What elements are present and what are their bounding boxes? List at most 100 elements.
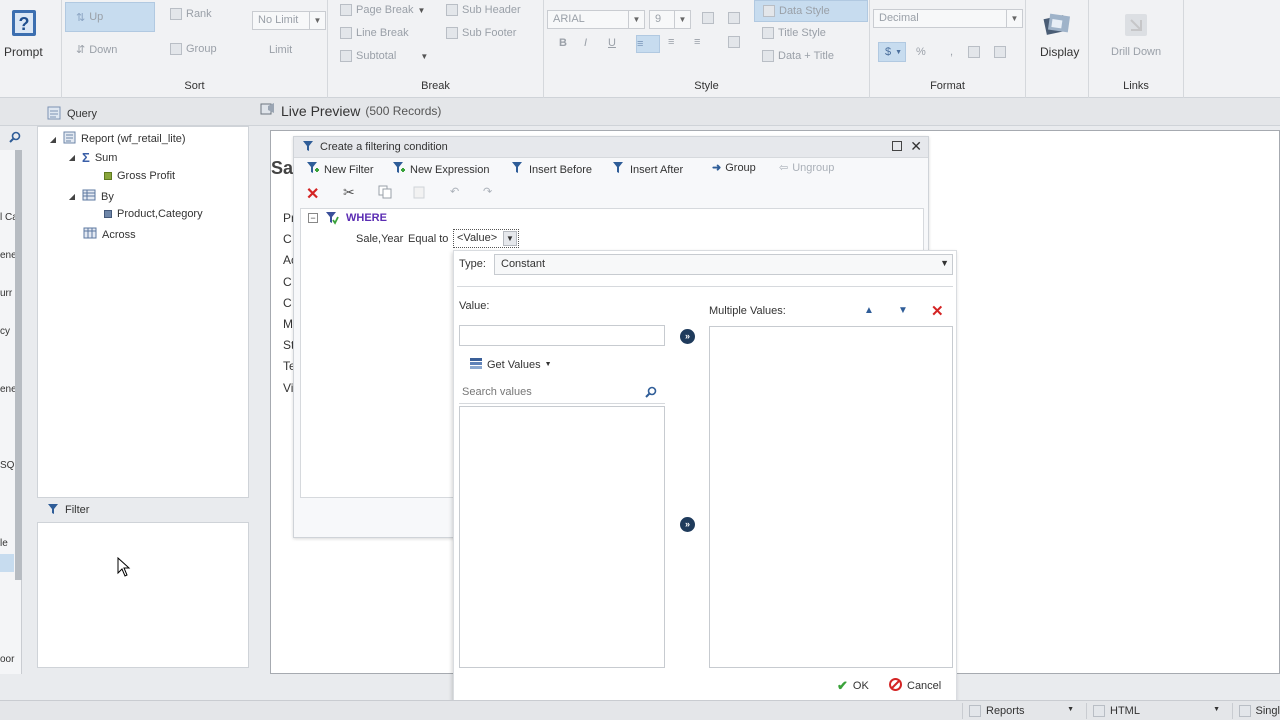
query-panel-header: Query	[37, 102, 249, 126]
condition-operator[interactable]: Equal to	[408, 233, 448, 245]
drill-down-icon[interactable]	[1121, 10, 1151, 40]
font-select[interactable]: ARIAL ▼	[547, 10, 645, 29]
sub-footer-button[interactable]: Sub Footer	[446, 27, 516, 39]
get-values-button[interactable]: Get Values ▼	[469, 356, 552, 373]
underline-button[interactable]: U	[608, 37, 616, 49]
close-icon[interactable]: ✕	[910, 138, 922, 155]
copy-icon[interactable]	[378, 185, 392, 199]
value-input[interactable]	[459, 325, 665, 346]
expand-icon[interactable]: ◢	[48, 135, 58, 144]
add-selected-values-icon[interactable]: »	[680, 517, 695, 532]
tree-item-sum[interactable]: ◢ Σ Sum	[67, 150, 118, 165]
collapse-icon[interactable]: −	[308, 213, 318, 223]
comma-button[interactable]: ,	[950, 46, 953, 58]
condition-value-select[interactable]: <Value> ▼	[453, 229, 519, 248]
redo-icon[interactable]: ↷	[483, 185, 492, 198]
left-scrollbar[interactable]	[15, 150, 22, 580]
style-group: ARIAL ▼ 9 ▼ B I U ≡ ≡ ≡ Data Style Title S…	[544, 0, 870, 98]
move-up-icon[interactable]: ▲	[864, 305, 874, 316]
decimal-increase-icon[interactable]	[994, 46, 1006, 58]
align-left-button[interactable]: ≡	[636, 35, 660, 53]
currency-button[interactable]: $ ▼	[878, 42, 906, 62]
left-strip-selection	[0, 554, 14, 572]
report-icon	[63, 131, 76, 147]
svg-text:?: ?	[19, 14, 30, 34]
add-value-icon[interactable]: »	[680, 329, 695, 344]
remove-value-icon[interactable]: ✕	[931, 302, 944, 320]
sort-group-button[interactable]: Group	[170, 43, 217, 55]
break-group-title: Break	[421, 80, 450, 92]
condition-field[interactable]: Sale,Year	[356, 233, 403, 245]
percent-button[interactable]: %	[916, 46, 926, 58]
delete-icon[interactable]: ✕	[306, 184, 319, 204]
sub-header-button[interactable]: Sub Header	[446, 4, 521, 16]
data-style-button[interactable]: Data Style	[754, 0, 868, 22]
page-break-button[interactable]: Page Break ▼	[340, 4, 425, 16]
new-expression-button[interactable]: New Expression	[392, 161, 489, 178]
reports-select[interactable]: Reports ▼	[962, 703, 1080, 719]
group-button[interactable]: ➜ Group	[712, 161, 756, 175]
single-icon	[1239, 705, 1251, 717]
left-strip-item[interactable]: SQ	[0, 460, 14, 471]
left-strip-item[interactable]: cy	[0, 326, 10, 337]
ungroup-button[interactable]: ⇦ Ungroup	[779, 161, 834, 175]
left-strip-item[interactable]: oor	[0, 654, 14, 665]
tree-item-gross-profit[interactable]: Gross Profit	[104, 170, 175, 182]
undo-icon[interactable]: ↶	[450, 185, 459, 198]
output-format-select[interactable]: HTML ▼	[1086, 703, 1226, 719]
insert-before-button[interactable]: Insert Before	[511, 161, 592, 178]
bold-button[interactable]: B	[559, 37, 567, 49]
new-filter-icon	[306, 161, 320, 178]
paint-format-icon[interactable]	[728, 36, 740, 48]
drill-down-button[interactable]: Drill Down	[1111, 46, 1161, 58]
filter-drop-area[interactable]	[37, 522, 249, 668]
left-strip-item[interactable]: urr	[0, 288, 12, 299]
fill-color-icon[interactable]	[728, 12, 740, 24]
sort-up-button[interactable]: ⇅ Up	[65, 2, 155, 32]
left-strip-item[interactable]: le	[0, 538, 8, 549]
subtotal-button[interactable]: Subtotal ▼	[340, 50, 428, 62]
search-icon[interactable]	[645, 386, 657, 401]
rank-button[interactable]: Rank	[170, 8, 212, 20]
expand-icon[interactable]: ◢	[67, 192, 77, 201]
maximize-icon[interactable]	[892, 141, 902, 151]
title-style-button[interactable]: Title Style	[762, 27, 826, 39]
font-color-icon[interactable]	[702, 12, 714, 24]
expand-icon[interactable]: ◢	[67, 153, 77, 162]
sub-header-icon	[446, 4, 458, 16]
single-select[interactable]: Singl	[1232, 703, 1280, 719]
limit-select[interactable]: No Limit ▼	[252, 11, 326, 30]
values-list[interactable]	[459, 406, 665, 668]
cancel-button[interactable]: Cancel	[889, 678, 941, 694]
search-icon[interactable]	[9, 131, 21, 146]
data-title-button[interactable]: Data + Title	[762, 50, 834, 62]
ok-button[interactable]: ✔ OK	[837, 678, 869, 694]
prompt-button[interactable]: Prompt	[4, 45, 43, 59]
font-size-select[interactable]: 9 ▼	[649, 10, 691, 29]
display-button[interactable]: Display	[1040, 45, 1079, 59]
insert-after-button[interactable]: Insert After	[612, 161, 683, 178]
format-select[interactable]: Decimal ▼	[873, 9, 1023, 28]
multiple-values-list[interactable]	[709, 326, 953, 668]
tree-item-report[interactable]: ◢ Report (wf_retail_lite)	[48, 131, 186, 147]
move-down-icon[interactable]: ▼	[898, 305, 908, 316]
italic-button[interactable]: I	[584, 37, 587, 49]
tree-item-by[interactable]: ◢ By	[67, 189, 114, 204]
sort-down-button[interactable]: ⇵ Down	[76, 43, 117, 57]
align-right-button[interactable]: ≡	[694, 36, 700, 48]
tree-item-across[interactable]: Across	[83, 227, 136, 242]
break-group: Page Break ▼ Line Break Subtotal ▼ Sub Hea…	[328, 0, 544, 98]
search-values-box[interactable]: Search values	[459, 382, 665, 404]
type-select[interactable]: Constant ▼	[494, 254, 953, 275]
cut-icon[interactable]: ✂	[343, 184, 355, 201]
preview-title: Live Preview	[281, 102, 361, 119]
align-center-button[interactable]: ≡	[668, 36, 674, 48]
prompt-icon[interactable]: ?	[10, 8, 38, 38]
display-icon[interactable]	[1042, 10, 1072, 40]
paste-icon[interactable]	[412, 185, 426, 199]
chevron-down-icon: ▼	[1006, 10, 1022, 27]
line-break-button[interactable]: Line Break	[340, 27, 409, 39]
new-filter-button[interactable]: New Filter	[306, 161, 374, 178]
decimal-decrease-icon[interactable]	[968, 46, 980, 58]
tree-item-product-category[interactable]: Product,Category	[104, 208, 203, 220]
